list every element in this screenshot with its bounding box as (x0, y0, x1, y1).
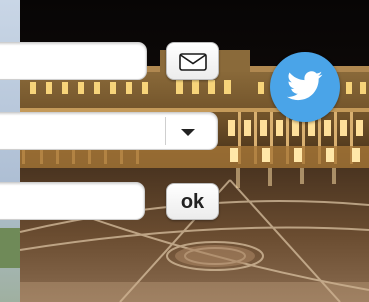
twitter-button[interactable] (270, 52, 340, 122)
code-input[interactable] (0, 182, 145, 220)
category-select[interactable] (0, 112, 218, 150)
select-divider (165, 117, 166, 145)
ok-button[interactable]: ok (166, 183, 219, 220)
chevron-down-icon[interactable] (181, 129, 195, 136)
envelope-icon (179, 53, 207, 71)
email-input[interactable] (0, 42, 147, 80)
subscribe-mail-button[interactable] (166, 42, 219, 80)
twitter-bird-icon (287, 71, 323, 101)
